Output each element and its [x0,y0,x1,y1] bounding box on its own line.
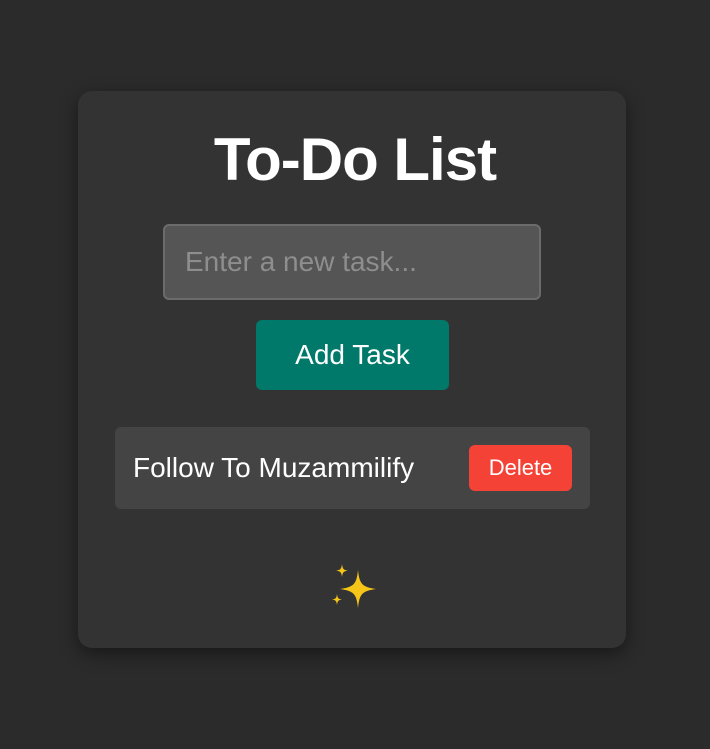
task-input[interactable] [163,224,541,300]
page-title: To-Do List [213,126,497,193]
task-list-item: Follow To Muzammilify Delete [115,427,590,509]
task-text: Follow To Muzammilify [133,452,415,483]
add-task-button[interactable]: Add Task [256,320,449,390]
sparkles-icon [0,558,710,612]
delete-task-button[interactable]: Delete [469,445,572,491]
